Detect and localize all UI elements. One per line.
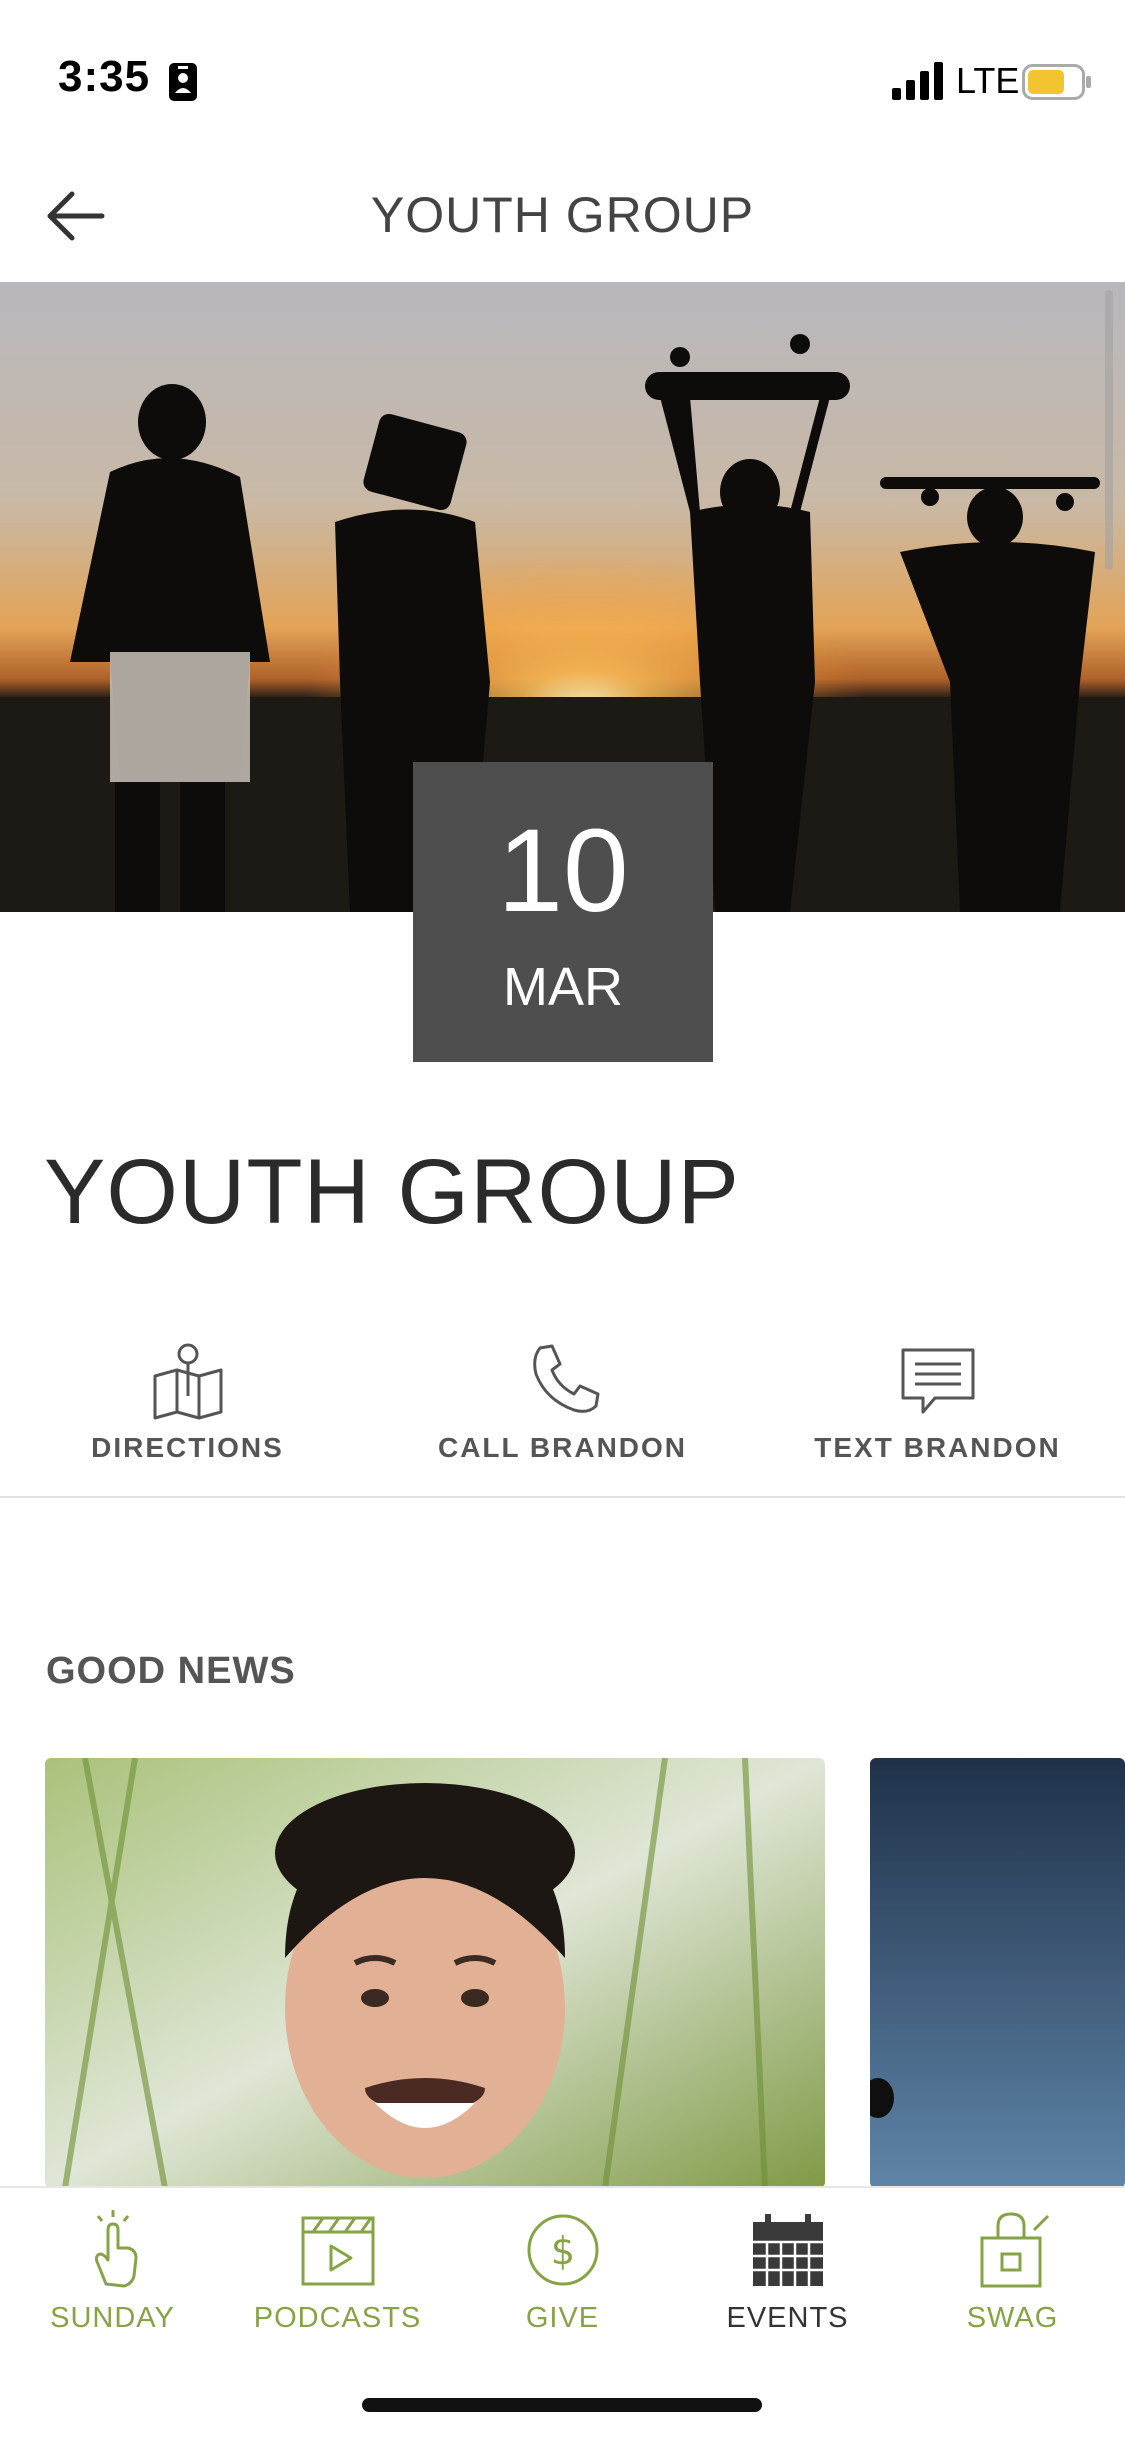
tab-swag[interactable]: SWAG (900, 2188, 1125, 2358)
hand-tap-icon (94, 2210, 137, 2288)
tab-events[interactable]: EVENTS (675, 2188, 900, 2358)
signal-icon (892, 62, 943, 100)
call-button[interactable]: CALL BRANDON (375, 1320, 750, 1500)
navigation-bar: YOUTH GROUP (0, 150, 1125, 282)
tab-events-label: EVENTS (726, 2302, 849, 2334)
event-date-badge: 10 MAR (413, 762, 713, 1062)
map-pin-icon (153, 1343, 222, 1420)
section-divider (0, 1496, 1125, 1498)
text-button[interactable]: TEXT BRANDON (750, 1320, 1125, 1500)
page-title: YOUTH GROUP (370, 187, 755, 243)
status-bar: 3:35 LTE (0, 0, 1125, 150)
battery-icon (1022, 64, 1091, 100)
tab-sunday[interactable]: SUNDAY (0, 2188, 225, 2358)
good-news-heading: GOOD NEWS (46, 1650, 296, 1692)
event-title: YOUTH GROUP (44, 1141, 740, 1243)
event-day: 10 (497, 805, 629, 937)
tab-give[interactable]: $ GIVE (450, 2188, 675, 2358)
phone-icon (532, 1344, 599, 1413)
event-month: MAR (503, 957, 623, 1017)
video-clapper-icon (301, 2216, 374, 2286)
directions-button[interactable]: DIRECTIONS (0, 1320, 375, 1500)
message-icon (901, 1348, 974, 1414)
shopping-bag-icon (980, 2212, 1049, 2288)
tab-podcasts-label: PODCASTS (253, 2302, 422, 2334)
good-news-card[interactable] (45, 1758, 825, 2188)
tab-sunday-label: SUNDAY (50, 2302, 175, 2334)
text-label: TEXT BRANDON (814, 1432, 1061, 1463)
network-type: LTE (956, 60, 1020, 101)
dollar-circle-icon: $ (527, 2214, 598, 2286)
directions-label: DIRECTIONS (91, 1432, 284, 1463)
id-badge-icon (169, 63, 197, 101)
status-time: 3:35 (58, 52, 151, 101)
tab-give-label: GIVE (525, 2302, 600, 2334)
calendar-icon (752, 2214, 823, 2286)
good-news-card-next[interactable] (870, 1758, 1125, 2188)
scroll-indicator (1105, 290, 1113, 570)
tab-podcasts[interactable]: PODCASTS (225, 2188, 450, 2358)
event-actions: DIRECTIONS CALL BRANDON TEXT BRANDON (0, 1320, 1125, 1500)
call-label: CALL BRANDON (437, 1432, 688, 1463)
svg-text:$: $ (550, 2229, 574, 2273)
home-indicator (362, 2398, 762, 2412)
tab-swag-label: SWAG (966, 2302, 1059, 2334)
